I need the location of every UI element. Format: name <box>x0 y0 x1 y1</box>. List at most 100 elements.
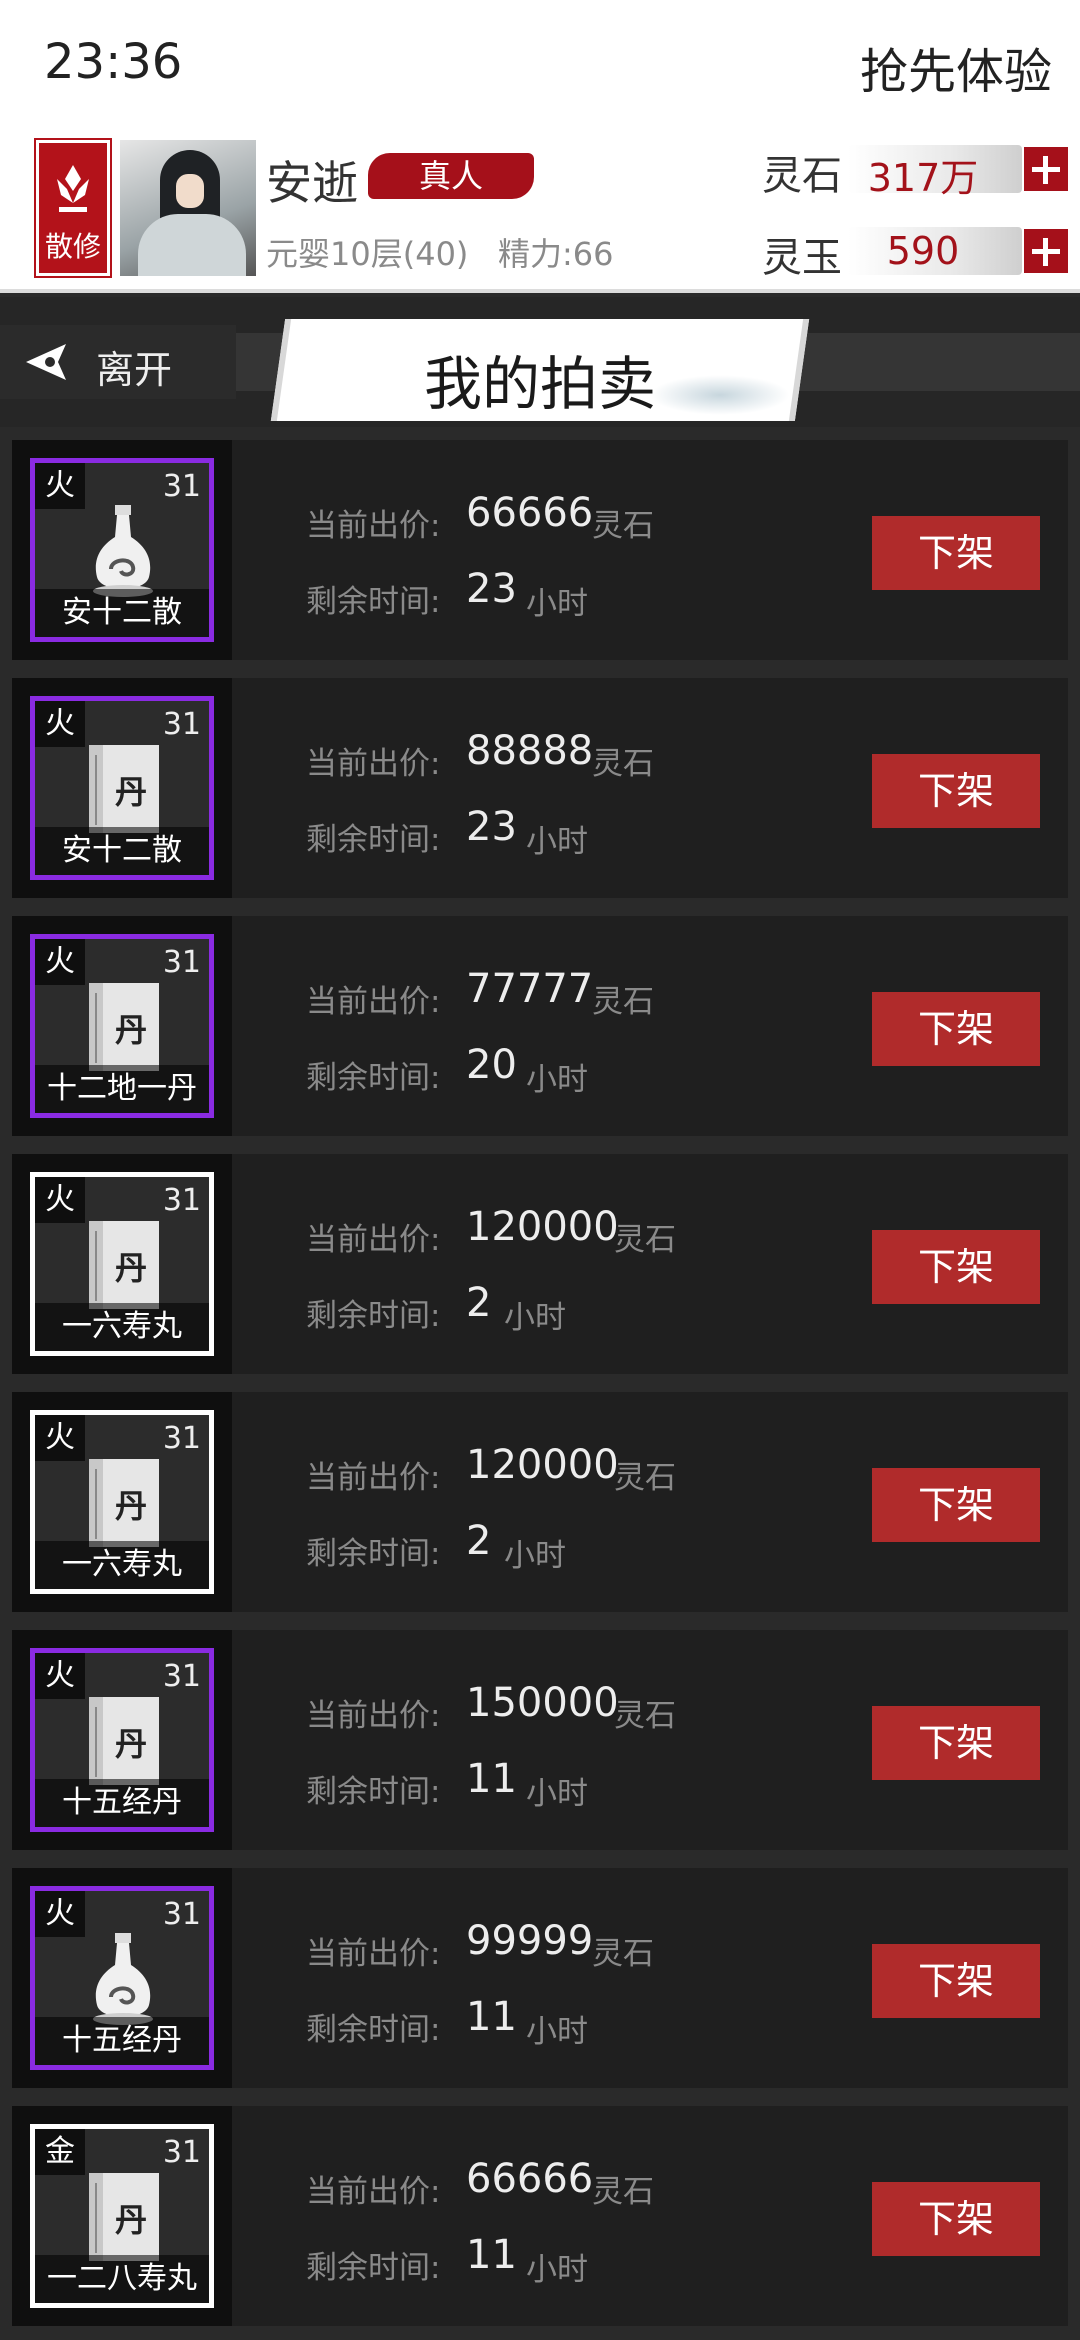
energy-value: 精力:66 <box>498 235 614 273</box>
delist-button[interactable]: 下架 <box>872 754 1040 828</box>
time-remaining-value: 2 <box>466 1280 492 1326</box>
current-bid-value: 120000 <box>466 1204 619 1250</box>
hour-unit: 小时 <box>504 1300 566 1336</box>
early-access-label[interactable]: 抢先体验 <box>860 32 1052 102</box>
hour-unit: 小时 <box>504 1538 566 1574</box>
delist-button[interactable]: 下架 <box>872 1230 1040 1304</box>
item-level: 31 <box>162 707 201 742</box>
currency-unit: 灵石 <box>592 2174 654 2210</box>
item-thumbnail[interactable]: 金 31 丹一二八寿丸 <box>12 2106 232 2326</box>
auction-row: 火 31 丹一六寿丸 当前出价: 120000 灵石 剩余时间: 2 小时 下架 <box>12 1392 1068 1612</box>
current-bid-value: 99999 <box>466 1918 594 1964</box>
add-spirit-stone-button[interactable] <box>1022 145 1070 193</box>
time-remaining-value: 23 <box>466 566 517 612</box>
vase-icon <box>93 505 153 597</box>
time-remaining-value: 23 <box>466 804 517 850</box>
delist-button[interactable]: 下架 <box>872 2182 1040 2256</box>
rank-tag: 真人 <box>368 153 534 199</box>
item-name: 一六寿丸 <box>35 1303 209 1351</box>
delist-button[interactable]: 下架 <box>872 992 1040 1066</box>
element-badge: 火 <box>35 701 85 747</box>
pill-book-icon: 丹 <box>89 1697 159 1785</box>
spirit-stone-box: 317万 <box>848 145 1022 200</box>
currency-unit: 灵石 <box>614 1460 676 1496</box>
player-header: 散修 安逝 真人 元婴10层(40) 精力:66 灵石 317万 灵玉 590 <box>0 125 1080 293</box>
svg-text:丹: 丹 <box>115 1487 147 1525</box>
item-thumbnail[interactable]: 火 31 丹十二地一丹 <box>12 916 232 1136</box>
time-remaining-label: 剩余时间: <box>306 1774 441 1810</box>
auction-row: 火 31 丹十二地一丹 当前出价: 77777 灵石 剩余时间: 20 小时 下架 <box>12 916 1068 1136</box>
time-remaining-label: 剩余时间: <box>306 2250 441 2286</box>
player-name: 安逝 <box>266 156 358 210</box>
currency-unit: 灵石 <box>592 508 654 544</box>
current-bid-value: 120000 <box>466 1442 619 1488</box>
cultivation-realm: 元婴10层(40) <box>266 235 469 273</box>
item-card: 火 31 十五经丹 <box>30 1886 214 2070</box>
sect-label: 散修 <box>44 230 101 263</box>
current-bid-value: 150000 <box>466 1680 619 1726</box>
item-name: 一二八寿丸 <box>35 2255 209 2303</box>
item-level: 31 <box>162 1659 201 1694</box>
current-bid-value: 66666 <box>466 2156 594 2202</box>
item-card: 火 31 安十二散 <box>30 458 214 642</box>
item-card: 火 31 丹一六寿丸 <box>30 1172 214 1356</box>
item-thumbnail[interactable]: 火 31 丹一六寿丸 <box>12 1154 232 1374</box>
current-bid-label: 当前出价: <box>306 508 441 544</box>
time-remaining-value: 2 <box>466 1518 492 1564</box>
pill-book-icon: 丹 <box>89 983 159 1071</box>
current-bid-value: 66666 <box>466 490 594 536</box>
vase-icon <box>93 1933 153 2025</box>
element-badge: 火 <box>35 939 85 985</box>
hour-unit: 小时 <box>526 586 588 622</box>
pill-book-icon: 丹 <box>89 745 159 833</box>
item-card: 火 31 丹一六寿丸 <box>30 1410 214 1594</box>
time-remaining-label: 剩余时间: <box>306 1298 441 1334</box>
element-badge: 火 <box>35 1177 85 1223</box>
delist-button[interactable]: 下架 <box>872 1468 1040 1542</box>
pill-book-icon: 丹 <box>89 2173 159 2261</box>
current-bid-label: 当前出价: <box>306 2174 441 2210</box>
nav-bar: 离开 我的拍卖 <box>0 297 1080 427</box>
auction-row: 火 31 丹安十二散 当前出价: 88888 灵石 剩余时间: 23 小时 下架 <box>12 678 1068 898</box>
item-thumbnail[interactable]: 火 31 十五经丹 <box>12 1868 232 2088</box>
time-remaining-value: 11 <box>466 2232 517 2278</box>
item-thumbnail[interactable]: 火 31 丹安十二散 <box>12 678 232 898</box>
back-button[interactable]: 离开 <box>0 325 236 399</box>
add-spirit-jade-button[interactable] <box>1022 227 1070 275</box>
currency-unit: 灵石 <box>592 1936 654 1972</box>
element-badge: 火 <box>35 1653 85 1699</box>
avatar[interactable] <box>120 140 256 276</box>
item-thumbnail[interactable]: 火 31 丹一六寿丸 <box>12 1392 232 1612</box>
lotus-icon <box>57 165 89 212</box>
delist-button[interactable]: 下架 <box>872 1944 1040 2018</box>
currency-unit: 灵石 <box>614 1698 676 1734</box>
spirit-jade-value: 590 <box>886 229 960 273</box>
svg-text:丹: 丹 <box>115 1249 147 1287</box>
hour-unit: 小时 <box>526 1776 588 1812</box>
current-bid-label: 当前出价: <box>306 746 441 782</box>
item-name: 十二地一丹 <box>35 1065 209 1113</box>
back-arrow-icon <box>26 344 66 380</box>
element-badge: 火 <box>35 463 85 509</box>
item-thumbnail[interactable]: 火 31 安十二散 <box>12 440 232 660</box>
item-card: 火 31 丹安十二散 <box>30 696 214 880</box>
time-remaining-value: 11 <box>466 1756 517 1802</box>
pill-book-icon: 丹 <box>89 1459 159 1547</box>
time-remaining-value: 20 <box>466 1042 517 1088</box>
item-thumbnail[interactable]: 火 31 丹十五经丹 <box>12 1630 232 1850</box>
item-name: 安十二散 <box>35 589 209 637</box>
current-bid-value: 77777 <box>466 966 594 1012</box>
auction-row: 火 31 安十二散 当前出价: 66666 灵石剩余时间: 23 小时 下架 <box>12 440 1068 660</box>
spirit-jade-label: 灵玉 <box>762 235 842 281</box>
time-remaining-label: 剩余时间: <box>306 2012 441 2048</box>
delist-button[interactable]: 下架 <box>872 516 1040 590</box>
currency-unit: 灵石 <box>614 1222 676 1258</box>
svg-text:丹: 丹 <box>115 773 147 811</box>
spirit-jade-box: 590 <box>848 227 1022 275</box>
delist-button[interactable]: 下架 <box>872 1706 1040 1780</box>
auction-row: 火 31 丹一六寿丸 当前出价: 120000 灵石 剩余时间: 2 小时 下架 <box>12 1154 1068 1374</box>
time-remaining-label: 剩余时间: <box>306 584 441 620</box>
hour-unit: 小时 <box>526 2252 588 2288</box>
currency-unit: 灵石 <box>592 746 654 782</box>
auction-row: 火 31 丹十五经丹 当前出价: 150000 灵石 剩余时间: 11 小时 下架 <box>12 1630 1068 1850</box>
